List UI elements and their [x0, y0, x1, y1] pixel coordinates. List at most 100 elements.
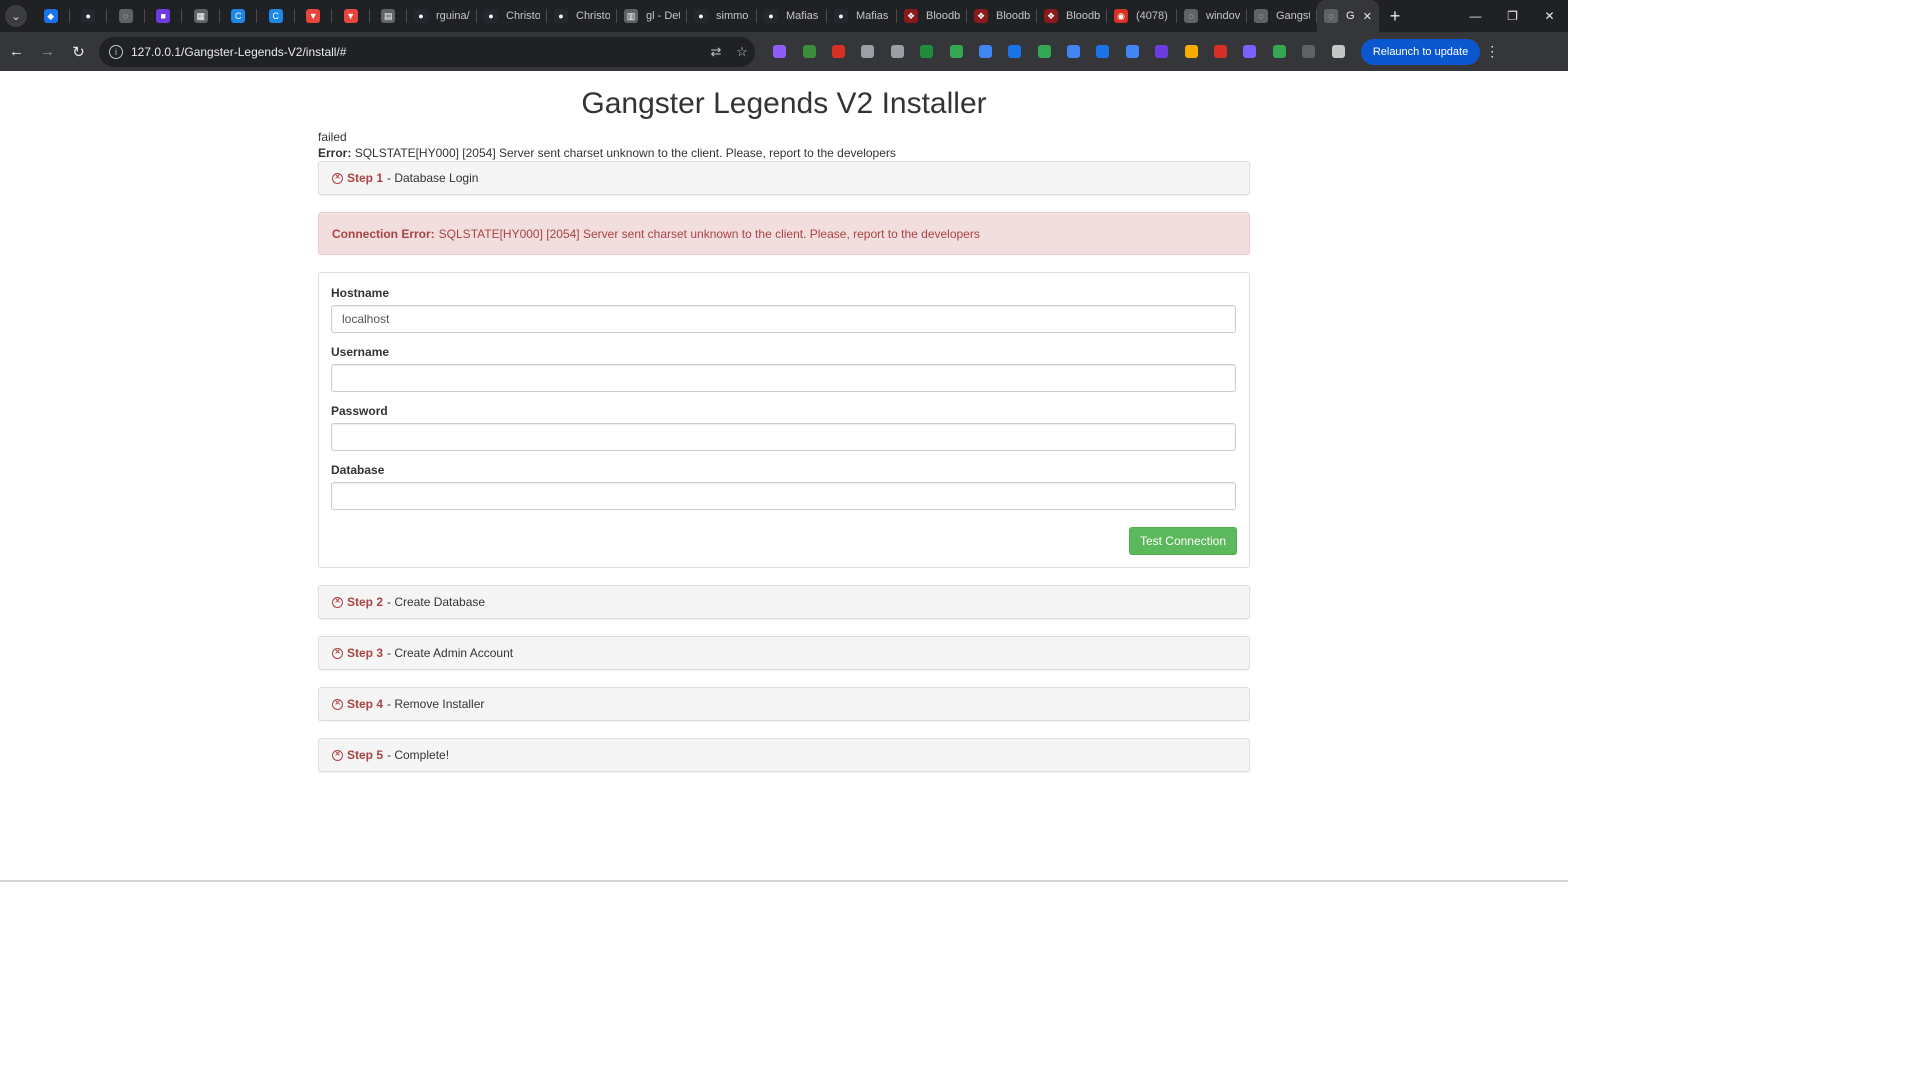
close-tab-icon[interactable]: ✕ [1363, 10, 1372, 23]
tab-title: Bloodb [1066, 10, 1100, 22]
step-4-header[interactable]: ✕ Step 4 - Remove Installer [318, 687, 1250, 721]
username-input[interactable] [331, 364, 1236, 392]
extension-icon[interactable] [1206, 37, 1235, 66]
error-circle-icon: ✕ [332, 172, 343, 184]
tab-3[interactable]: ■ [145, 0, 183, 32]
menu-icon[interactable]: ⋮ [1482, 43, 1502, 60]
hostname-input[interactable]: localhost [331, 305, 1236, 333]
extension-glyph-icon [1184, 45, 1198, 58]
step-number: Step 2 [347, 595, 384, 609]
extension-icon[interactable] [765, 37, 794, 66]
extension-icon[interactable] [941, 37, 970, 66]
step-1-header[interactable]: ✕ Step 1 - Database Login [318, 161, 1250, 195]
tab-11[interactable]: ● Christo [477, 0, 547, 32]
tab-4[interactable]: ▦ [182, 0, 220, 32]
restore-icon[interactable]: ❐ [1494, 0, 1531, 32]
extension-icon[interactable] [1088, 37, 1117, 66]
extension-icon[interactable] [971, 37, 1000, 66]
extension-icon[interactable] [1265, 37, 1294, 66]
bookmark-star-icon[interactable]: ☆ [729, 44, 755, 60]
tab-title: windov [1206, 10, 1240, 22]
github-icon: ● [81, 9, 96, 23]
extension-icon[interactable] [883, 37, 912, 66]
tab-2[interactable]: ◌ [107, 0, 145, 32]
database-input[interactable] [331, 482, 1236, 510]
connection-error-alert: Connection Error: SQLSTATE[HY000] [2054]… [318, 212, 1250, 255]
tab-15[interactable]: ● Mafias [757, 0, 827, 32]
extension-glyph-icon [949, 45, 963, 58]
tab-8[interactable]: ▼ [332, 0, 370, 32]
extensions-area [765, 37, 1353, 66]
password-label: Password [331, 404, 388, 418]
extension-icon[interactable] [1294, 37, 1323, 66]
translate-icon[interactable]: ⇄ [703, 44, 729, 60]
extension-icon[interactable] [1000, 37, 1029, 66]
globe-icon: ◌ [1184, 9, 1198, 23]
database-login-form: Hostname localhost Username Password Dat… [318, 272, 1250, 568]
extension-icon[interactable] [1176, 37, 1205, 66]
tab-active[interactable]: ◌ Ga ✕ [1317, 0, 1379, 32]
error-circle-icon: ✕ [332, 698, 343, 710]
window-bottom-border [0, 880, 1568, 882]
reload-icon[interactable]: ↻ [64, 37, 93, 66]
extension-glyph-icon [861, 45, 875, 58]
step-3-header[interactable]: ✕ Step 3 - Create Admin Account [318, 636, 1250, 670]
extension-glyph-icon [1008, 45, 1022, 58]
extension-icon[interactable] [1235, 37, 1264, 66]
tab-19[interactable]: ❖ Bloodb [1037, 0, 1107, 32]
pocket-icon: ▼ [343, 9, 358, 23]
new-tab-button[interactable]: + [1379, 6, 1411, 27]
extension-icon[interactable] [1323, 37, 1352, 66]
extension-icon[interactable] [1030, 37, 1059, 66]
password-input[interactable] [331, 423, 1236, 451]
close-window-icon[interactable]: ✕ [1531, 0, 1568, 32]
minimize-icon[interactable]: — [1457, 0, 1494, 32]
extension-icon[interactable] [853, 37, 882, 66]
c-icon: C [231, 9, 246, 23]
tab-title: Christo [576, 10, 610, 22]
back-icon[interactable]: ← [2, 37, 31, 66]
tab-6[interactable]: C [257, 0, 295, 32]
extension-glyph-icon [1125, 45, 1139, 58]
address-bar[interactable]: i 127.0.0.1/Gangster-Legends-V2/install/… [99, 36, 755, 67]
extension-icon[interactable] [1118, 37, 1147, 66]
forward-icon[interactable]: → [33, 37, 62, 66]
tab-14[interactable]: ● simmo [687, 0, 757, 32]
site-info-icon[interactable]: i [109, 44, 123, 59]
relaunch-button[interactable]: Relaunch to update [1360, 38, 1481, 65]
tab-search-button[interactable]: ⌄ [0, 0, 32, 32]
tab-12[interactable]: ● Christo [547, 0, 617, 32]
hostname-label: Hostname [331, 286, 390, 300]
tab-20[interactable]: ◉ (4078) [1107, 0, 1177, 32]
tab-7[interactable]: ▼ [295, 0, 333, 32]
chat-icon: ◉ [1114, 9, 1128, 23]
globe-icon: ◌ [1254, 9, 1268, 23]
username-label: Username [331, 345, 390, 359]
tab-1[interactable]: ● [70, 0, 108, 32]
extension-icon[interactable] [1059, 37, 1088, 66]
tab-5[interactable]: C [220, 0, 258, 32]
step-5-header[interactable]: ✕ Step 5 - Complete! [318, 738, 1250, 772]
tab-22[interactable]: ◌ Gangst [1247, 0, 1317, 32]
extension-glyph-icon [773, 45, 787, 58]
extension-icon[interactable] [912, 37, 941, 66]
tab-16[interactable]: ● Mafias [827, 0, 897, 32]
tab-10[interactable]: ● rguina/ [407, 0, 477, 32]
window-controls: — ❐ ✕ [1457, 0, 1568, 32]
file-icon: ▤ [381, 9, 396, 23]
tab-18[interactable]: ❖ Bloodb [967, 0, 1037, 32]
extension-icon[interactable] [794, 37, 823, 66]
tab-title: Bloodb [926, 10, 960, 22]
url-text[interactable]: 127.0.0.1/Gangster-Legends-V2/install/# [131, 45, 703, 59]
username-group: Username [331, 345, 1237, 392]
tab-21[interactable]: ◌ windov [1177, 0, 1247, 32]
step-2-header[interactable]: ✕ Step 2 - Create Database [318, 585, 1250, 619]
test-connection-button[interactable]: Test Connection [1128, 527, 1237, 555]
tab-17[interactable]: ❖ Bloodb [897, 0, 967, 32]
extension-icon[interactable] [1147, 37, 1176, 66]
extension-icon[interactable] [824, 37, 853, 66]
tab-0[interactable]: ◆ [32, 0, 70, 32]
blood-icon: ❖ [1044, 9, 1058, 23]
tab-13[interactable]: ▥ gl - Det [617, 0, 687, 32]
tab-9[interactable]: ▤ [370, 0, 408, 32]
